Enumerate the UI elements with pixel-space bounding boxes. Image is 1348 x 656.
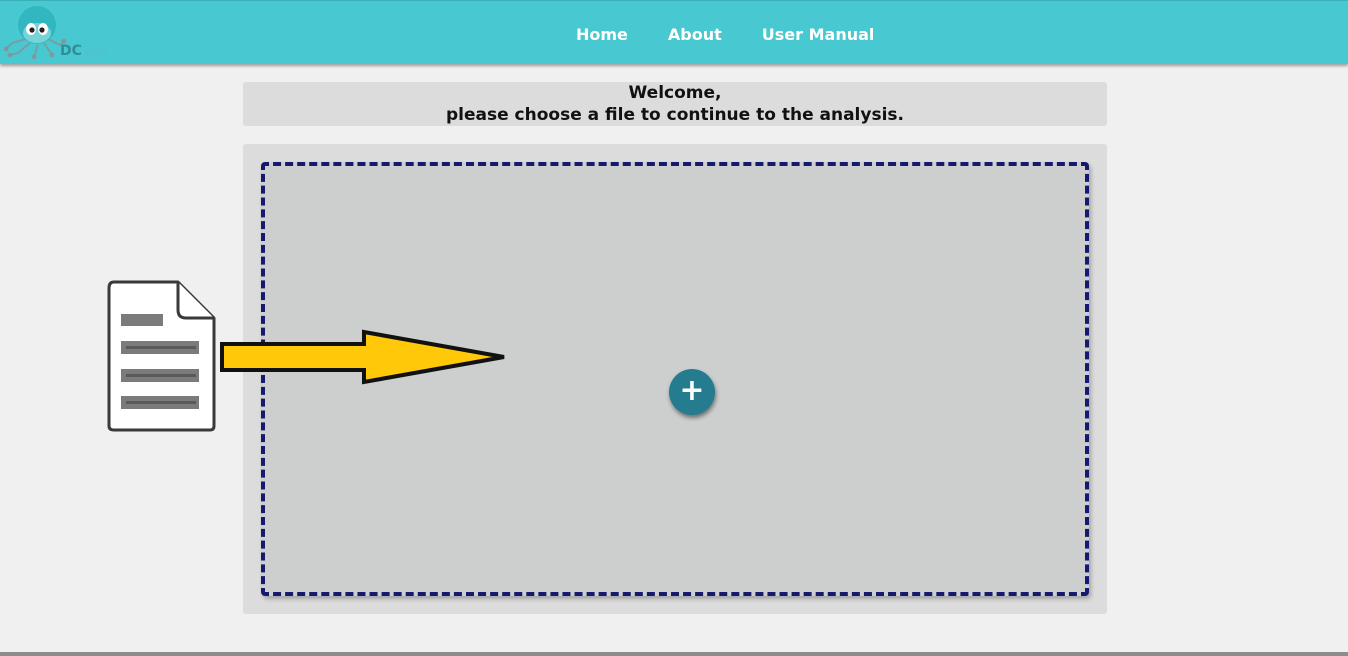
welcome-line-1: Welcome, [628,83,722,103]
welcome-message: Welcome, please choose a file to continu… [243,82,1107,126]
document-icon [107,280,216,432]
logo-text: DC shin [60,43,107,59]
add-file-button[interactable]: + [669,369,715,415]
arrow-right-icon [220,329,505,385]
nav-home-link[interactable]: Home [576,25,628,44]
welcome-line-2: please choose a file to continue to the … [445,105,904,125]
nav-about-link[interactable]: About [668,25,722,44]
main-nav: Home About User Manual [576,25,874,44]
footer-divider [0,652,1348,656]
app-logo[interactable]: DC shin [3,3,120,61]
nav-user-manual-link[interactable]: User Manual [762,25,875,44]
top-navbar: DC shin Home About User Manual [0,0,1348,64]
plus-icon: + [679,373,705,408]
